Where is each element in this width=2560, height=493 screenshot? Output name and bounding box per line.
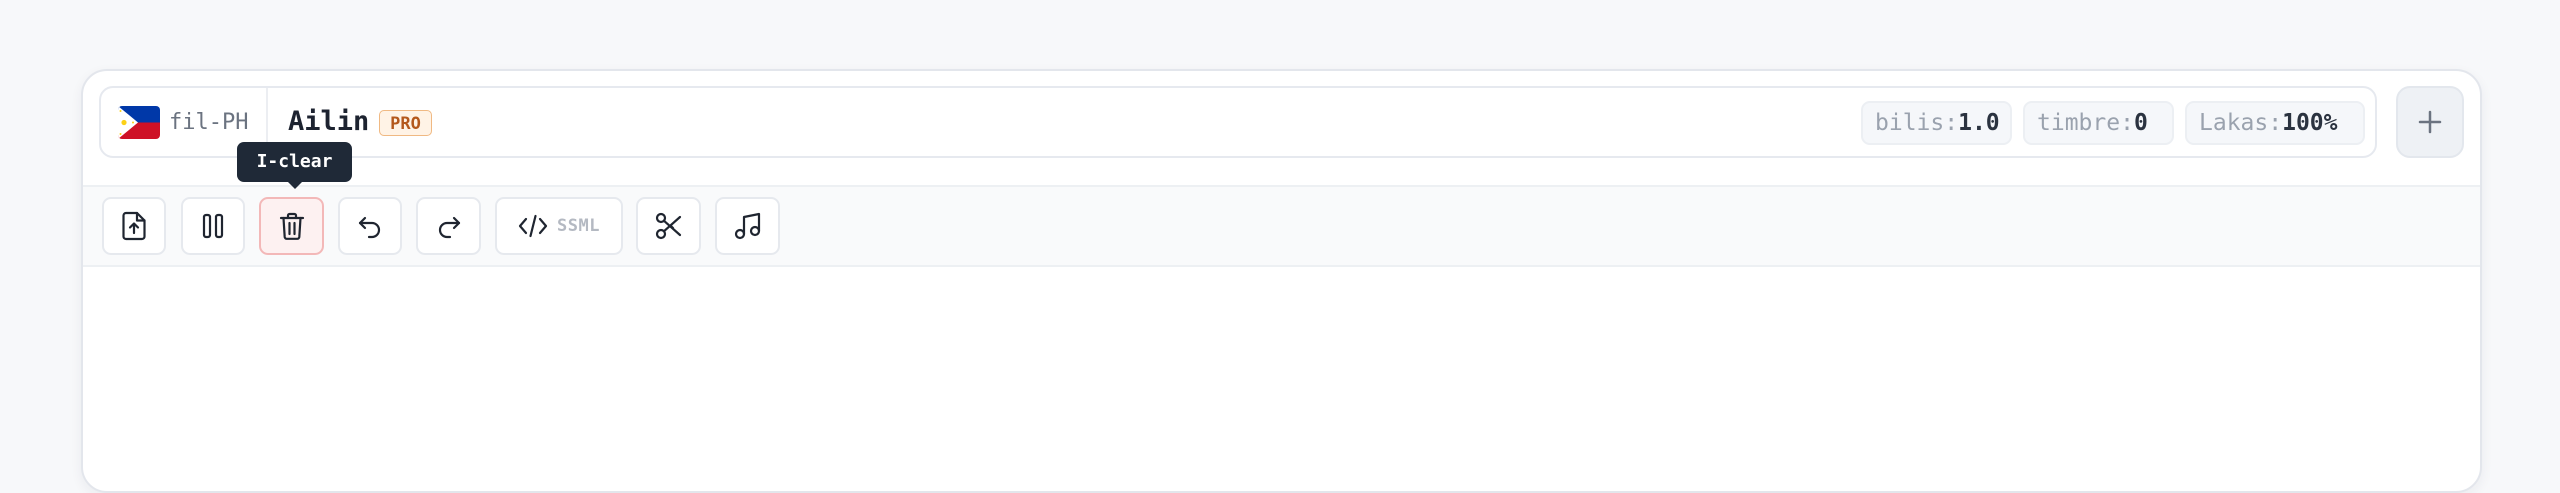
tooltip-arrow <box>287 181 303 189</box>
undo-button[interactable] <box>338 197 402 255</box>
param-timbre[interactable]: timbre:0 <box>2023 101 2174 145</box>
param-speed[interactable]: bilis:1.0 <box>1861 101 2012 145</box>
plus-icon <box>2417 109 2443 135</box>
add-voice-button[interactable] <box>2396 86 2464 158</box>
undo-icon <box>356 213 384 239</box>
voice-name: Ailin <box>288 106 370 137</box>
param-speed-value: 1.0 <box>1958 110 2000 136</box>
scissors-icon <box>654 211 684 241</box>
music-note-icon <box>733 211 763 241</box>
param-timbre-label: timbre: <box>2037 110 2134 136</box>
redo-icon <box>435 213 463 239</box>
cut-button[interactable] <box>636 197 701 255</box>
pro-badge: PRO <box>379 110 432 136</box>
param-volume-label: Lakas: <box>2199 110 2283 136</box>
param-volume-value: 100% <box>2282 110 2338 136</box>
ssml-label: SSML <box>557 216 600 236</box>
clear-tooltip: I-clear <box>237 142 352 182</box>
ssml-button[interactable]: SSML <box>495 197 623 255</box>
param-volume[interactable]: Lakas:100% <box>2185 101 2365 145</box>
param-timbre-value: 0 <box>2133 110 2148 136</box>
clear-button[interactable] <box>259 197 324 255</box>
file-upload-icon <box>120 211 148 241</box>
code-icon <box>518 213 548 239</box>
import-file-button[interactable] <box>102 197 166 255</box>
philippines-flag-icon <box>118 106 160 139</box>
param-speed-label: bilis: <box>1875 110 1959 136</box>
editor-toolbar: SSML <box>83 185 2480 267</box>
editor-card: fil-PH Ailin PRO bilis:1.0 timbre:0 Laka… <box>81 69 2482 493</box>
redo-button[interactable] <box>416 197 481 255</box>
pause-icon <box>200 212 226 240</box>
locale-code: fil-PH <box>169 110 249 135</box>
trash-icon <box>278 211 306 241</box>
music-button[interactable] <box>715 197 780 255</box>
voice-selector-bar[interactable]: fil-PH Ailin PRO bilis:1.0 timbre:0 Laka… <box>99 86 2377 158</box>
pause-button[interactable] <box>181 197 245 255</box>
